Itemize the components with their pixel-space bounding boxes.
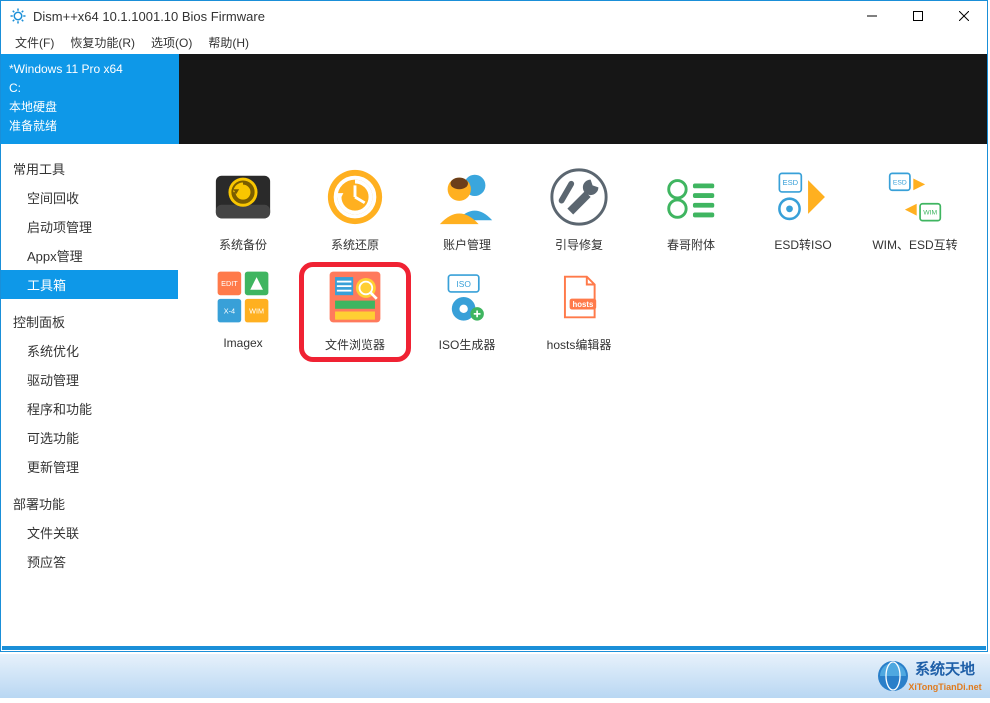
tool-boot[interactable]: 引导修复 — [523, 162, 635, 262]
sidebar-cat-controlpanel: 控制面板 — [1, 307, 178, 336]
imagex-icon: EDIT X-4 WIM — [212, 266, 274, 328]
os-name: *Windows 11 Pro x64 — [9, 60, 171, 79]
account-icon — [436, 166, 498, 228]
svg-text:X-4: X-4 — [224, 306, 235, 315]
maximize-button[interactable] — [895, 1, 941, 31]
menu-help[interactable]: 帮助(H) — [200, 32, 257, 53]
window-bottom-border — [2, 646, 986, 650]
svg-text:hosts: hosts — [573, 300, 594, 309]
sidebar-cat-common: 常用工具 — [1, 154, 178, 183]
sidebar-item-updates[interactable]: 更新管理 — [1, 452, 178, 481]
esd-iso-icon: ESD — [772, 166, 834, 228]
os-disktype: 本地硬盘 — [9, 98, 171, 117]
sidebar: 常用工具 空间回收 启动项管理 Appx管理 工具箱 控制面板 系统优化 驱动管… — [1, 144, 179, 646]
tool-hosts[interactable]: hosts hosts编辑器 — [523, 262, 635, 362]
sidebar-item-space[interactable]: 空间回收 — [1, 183, 178, 212]
menu-file[interactable]: 文件(F) — [7, 32, 62, 53]
tool-label: 文件浏览器 — [325, 336, 385, 353]
os-info-dark-area — [179, 54, 987, 144]
tool-label: ISO生成器 — [439, 336, 496, 353]
boot-repair-icon — [548, 166, 610, 228]
os-drive: C: — [9, 79, 171, 98]
desktop-background-hint — [0, 654, 990, 698]
tool-wimesd[interactable]: ESD WIM WIM、ESD互转 — [859, 162, 971, 262]
wim-esd-icon: ESD WIM — [884, 166, 946, 228]
watermark-title: 系统天地 — [915, 660, 975, 678]
titlebar: Dism++x64 10.1.1001.10 Bios Firmware — [1, 1, 987, 31]
restore-icon — [324, 166, 386, 228]
app-icon — [9, 7, 27, 25]
sidebar-item-programs[interactable]: 程序和功能 — [1, 394, 178, 423]
app-window: Dism++x64 10.1.1001.10 Bios Firmware 文件(… — [0, 0, 988, 652]
sidebar-item-appx[interactable]: Appx管理 — [1, 241, 178, 270]
menu-options[interactable]: 选项(O) — [143, 32, 200, 53]
sidebar-item-toolbox[interactable]: 工具箱 — [1, 270, 178, 299]
tool-label: Imagex — [223, 336, 262, 350]
svg-text:ESD: ESD — [783, 178, 799, 187]
tool-imagex[interactable]: EDIT X-4 WIM Imagex — [187, 262, 299, 362]
sidebar-item-preanswer[interactable]: 预应答 — [1, 547, 178, 576]
sidebar-item-sysopt[interactable]: 系统优化 — [1, 336, 178, 365]
svg-text:ESD: ESD — [893, 179, 907, 186]
svg-text:EDIT: EDIT — [221, 279, 238, 288]
svg-text:WIM: WIM — [249, 306, 264, 315]
watermark-url: XiTongTianDi.net — [908, 682, 981, 692]
backup-icon — [212, 166, 274, 228]
os-info-strip: *Windows 11 Pro x64 C: 本地硬盘 准备就绪 — [1, 54, 987, 144]
tool-label: 系统还原 — [331, 236, 379, 253]
tool-isogen[interactable]: ISO ISO生成器 — [411, 262, 523, 362]
tool-grid: 系统备份 系统还原 — [179, 144, 987, 646]
tool-esd2iso[interactable]: ESD ESD转ISO — [747, 162, 859, 262]
tool-chunge[interactable]: 春哥附体 — [635, 162, 747, 262]
sidebar-cat-deploy: 部署功能 — [1, 489, 178, 518]
iso-gen-icon: ISO — [436, 266, 498, 328]
content-area: 常用工具 空间回收 启动项管理 Appx管理 工具箱 控制面板 系统优化 驱动管… — [1, 144, 987, 646]
tool-label: WIM、ESD互转 — [872, 236, 957, 253]
hosts-icon: hosts — [548, 266, 610, 328]
svg-text:WIM: WIM — [923, 210, 937, 217]
sidebar-item-fileassoc[interactable]: 文件关联 — [1, 518, 178, 547]
tool-label: ESD转ISO — [774, 236, 831, 253]
svg-text:ISO: ISO — [456, 279, 471, 289]
minimize-button[interactable] — [849, 1, 895, 31]
tool-backup[interactable]: 系统备份 — [187, 162, 299, 262]
tool-label: 系统备份 — [219, 236, 267, 253]
tool-account[interactable]: 账户管理 — [411, 162, 523, 262]
window-controls — [849, 1, 987, 31]
window-title: Dism++x64 10.1.1001.10 Bios Firmware — [33, 9, 849, 24]
sidebar-item-startup[interactable]: 启动项管理 — [1, 212, 178, 241]
sidebar-item-optional[interactable]: 可选功能 — [1, 423, 178, 452]
tool-label: 春哥附体 — [667, 236, 715, 253]
tool-label: 引导修复 — [555, 236, 603, 253]
chunge-icon — [660, 166, 722, 228]
tool-filebrowser[interactable]: 文件浏览器 — [299, 262, 411, 362]
tool-label: 账户管理 — [443, 236, 491, 253]
menu-recovery[interactable]: 恢复功能(R) — [62, 32, 143, 53]
close-button[interactable] — [941, 1, 987, 31]
tool-label: hosts编辑器 — [547, 336, 612, 353]
sidebar-item-driver[interactable]: 驱动管理 — [1, 365, 178, 394]
tool-restore[interactable]: 系统还原 — [299, 162, 411, 262]
os-status: 准备就绪 — [9, 117, 171, 136]
watermark: 系统天地 XiTongTianDi.net — [875, 648, 990, 698]
file-browser-icon — [324, 266, 386, 328]
os-info-panel[interactable]: *Windows 11 Pro x64 C: 本地硬盘 准备就绪 — [1, 54, 179, 144]
menubar: 文件(F) 恢复功能(R) 选项(O) 帮助(H) — [1, 31, 987, 54]
